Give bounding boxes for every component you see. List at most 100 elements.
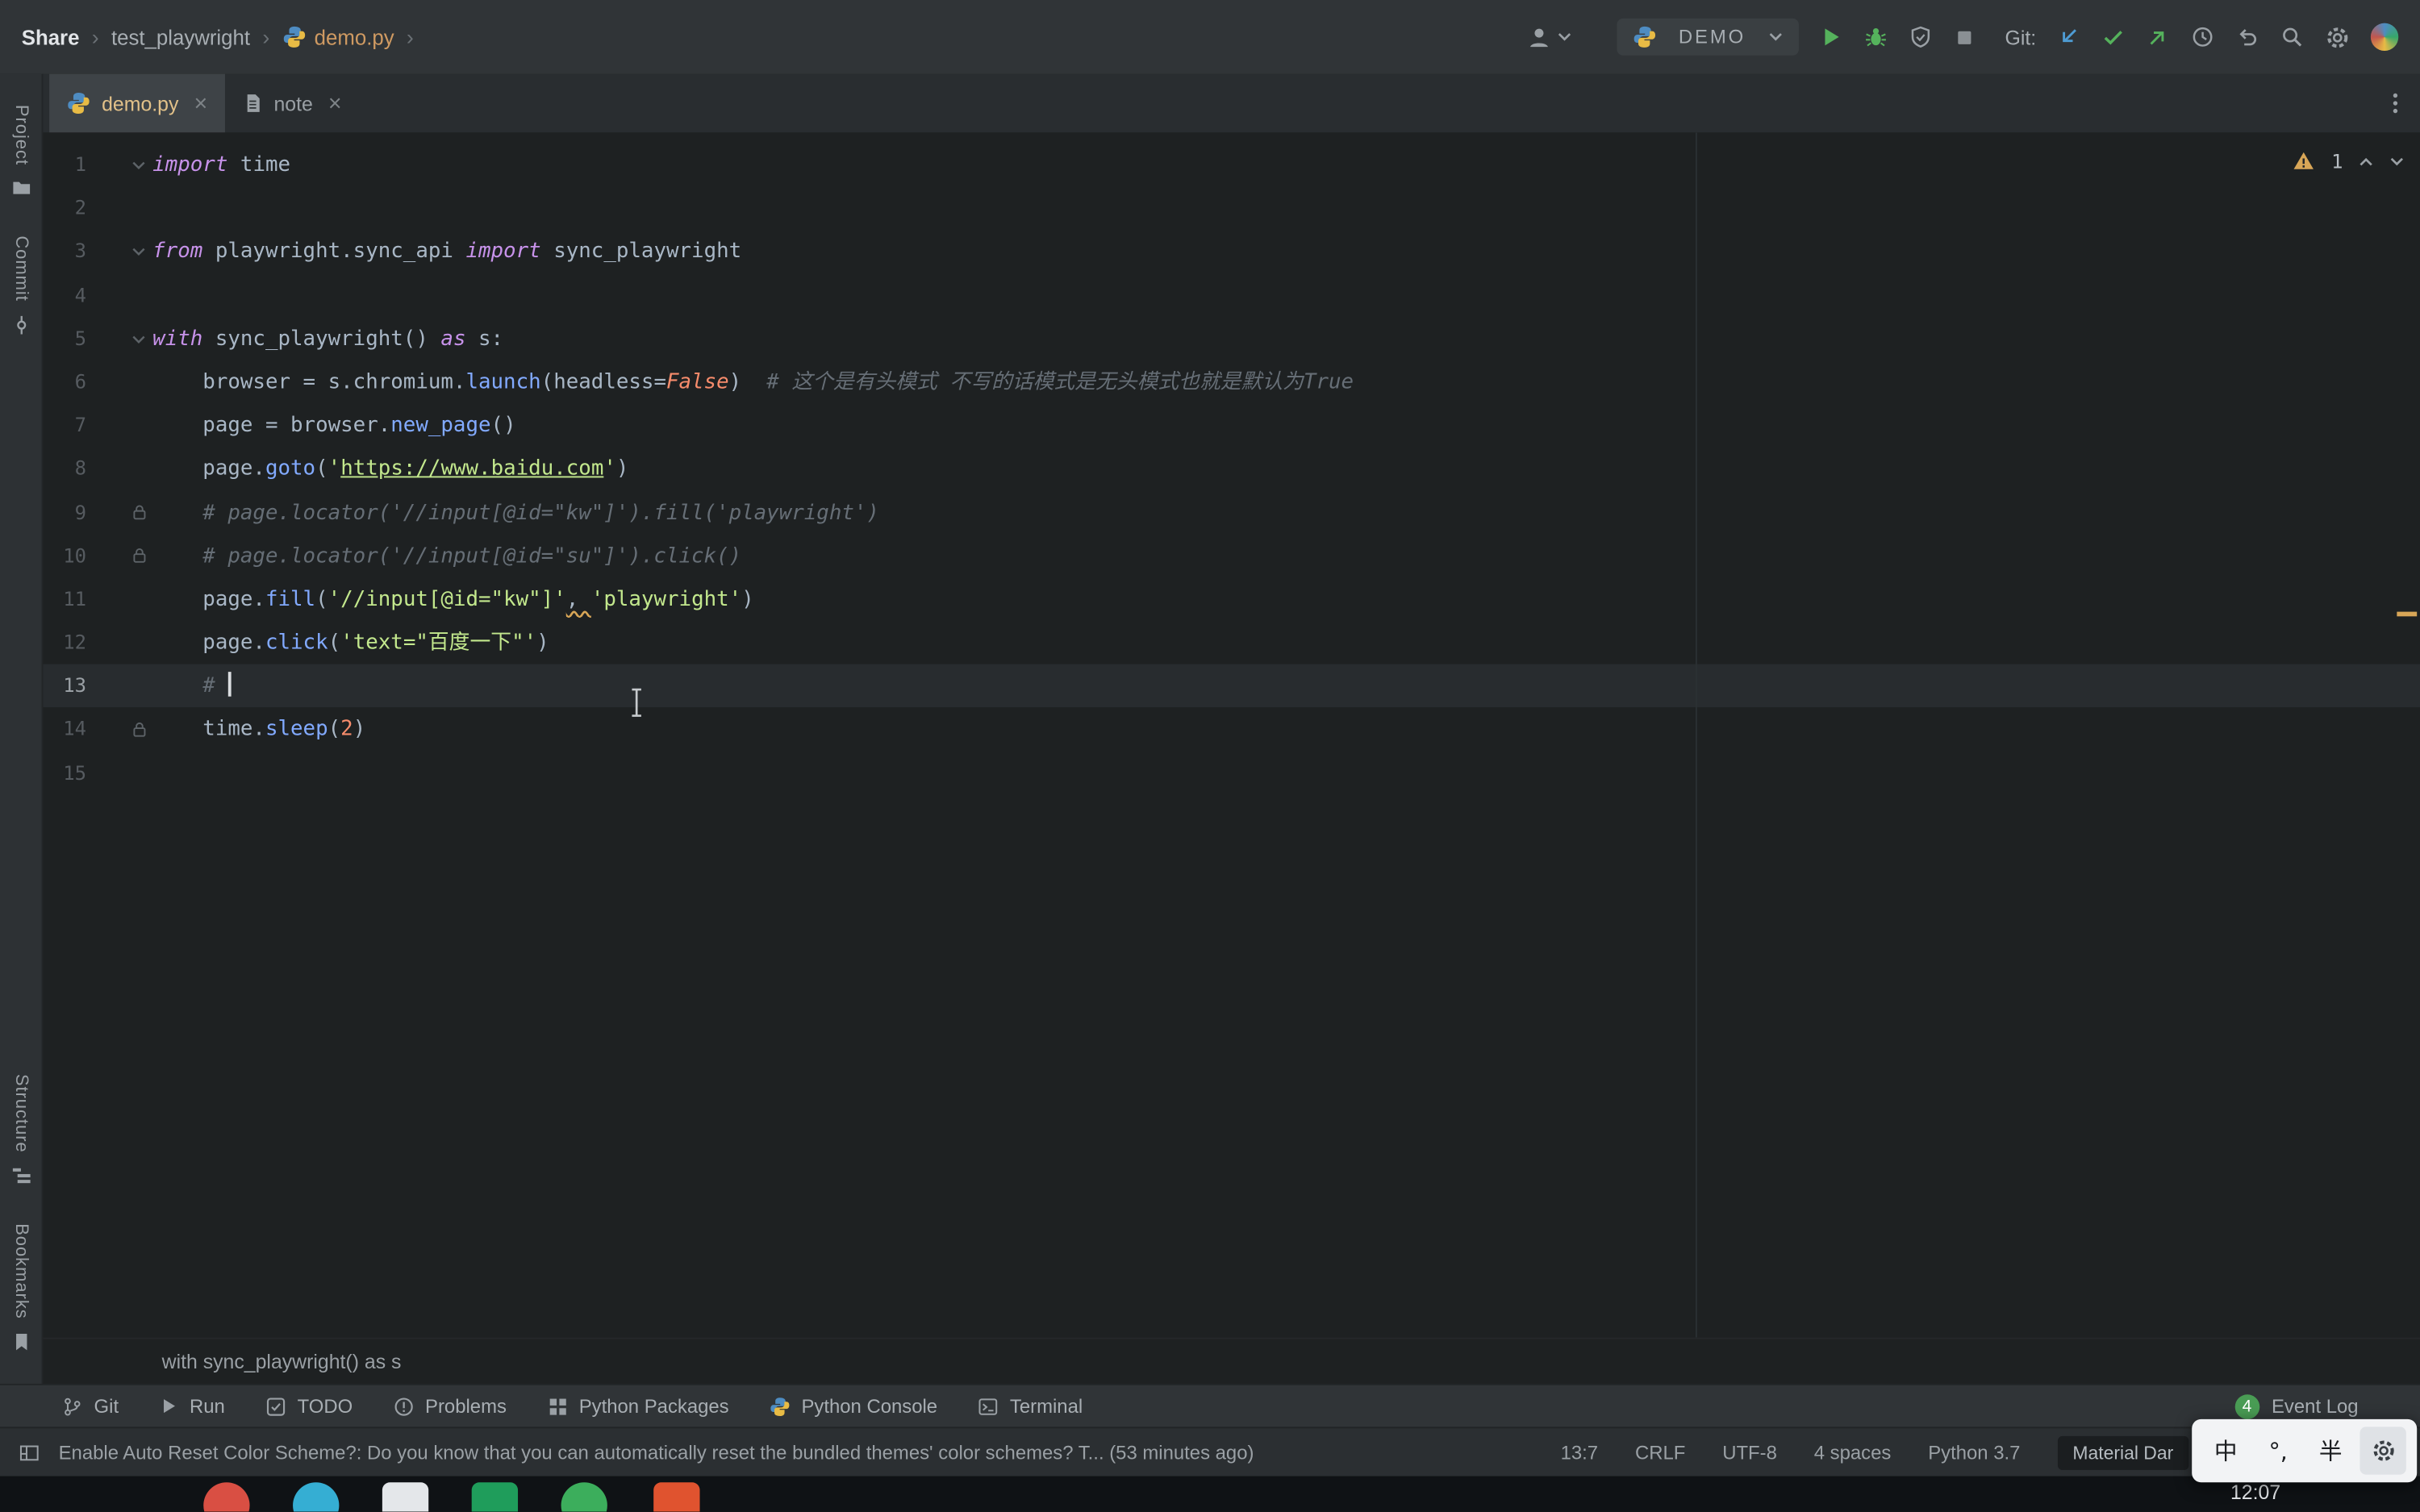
tool-window-button-run[interactable]: Run [159, 1395, 225, 1417]
app-orange-square-icon[interactable] [653, 1482, 700, 1512]
next-problem-icon[interactable] [2389, 153, 2405, 169]
code-line[interactable]: 5 with sync_playwright() as s: [44, 317, 2420, 360]
tool-window-button-problems[interactable]: Problems [393, 1395, 507, 1417]
editor-column: demo.py × note × 1 import time 2 3 from playwri… [43, 73, 2420, 1384]
rollback-button[interactable] [2235, 25, 2260, 50]
code-line[interactable]: 1 import time [44, 144, 2420, 187]
sidebar-item-structure[interactable]: Structure [10, 1073, 31, 1186]
tool-window-button-terminal[interactable]: Terminal [978, 1395, 1083, 1417]
app-light-square-icon[interactable] [382, 1482, 429, 1512]
tool-window-button-label: Problems [425, 1395, 507, 1418]
code-line[interactable]: 11 page.fill('//input[@id="kw"]', 'playw… [44, 577, 2420, 621]
tool-window-button-python-console[interactable]: Python Console [769, 1395, 937, 1417]
tool-window-button-label: Run [190, 1395, 225, 1418]
code-line[interactable]: 12 page.click('text="百度一下"') [44, 621, 2420, 664]
code-line[interactable]: 2 [44, 187, 2420, 231]
file-encoding[interactable]: UTF-8 [1722, 1442, 1777, 1464]
ime-toolbar[interactable]: 中 °, 半 [2192, 1418, 2418, 1483]
sidebar-item-project[interactable]: Project [10, 105, 31, 199]
code-line[interactable]: 3 from playwright.sync_api import sync_pl… [44, 230, 2420, 273]
tool-window-button-todo[interactable]: TODO [265, 1395, 353, 1417]
app-teal-circle-icon[interactable] [293, 1482, 340, 1512]
breadcrumb-chevron-icon: › [406, 24, 414, 50]
tool-window-label: Commit [11, 235, 31, 302]
ime-button-1[interactable]: °, [2255, 1427, 2301, 1474]
tab-note[interactable]: note × [224, 74, 358, 133]
code-line[interactable]: 4 [44, 273, 2420, 317]
breadcrumb-item[interactable]: Share [22, 26, 80, 49]
commit-button[interactable] [2101, 25, 2126, 50]
ime-button-2[interactable]: 半 [2308, 1427, 2354, 1474]
commit-icon [10, 314, 31, 336]
code-line[interactable]: 13 # [43, 664, 2420, 708]
code-line[interactable]: 15 [44, 752, 2420, 795]
taskbar-clock[interactable]: 12:07 [2230, 1481, 2280, 1504]
chevron-down-icon [1556, 29, 1571, 44]
search-everywhere-button[interactable] [2280, 25, 2305, 50]
mouse-cursor [628, 687, 646, 718]
stop-button[interactable] [1953, 26, 1976, 49]
lock-icon [132, 548, 146, 564]
sidebar-item-commit[interactable]: Commit [10, 236, 31, 335]
close-icon[interactable]: × [328, 92, 342, 115]
app-green-circle-icon[interactable] [561, 1482, 607, 1512]
coverage-button[interactable] [1908, 25, 1933, 50]
users-button[interactable] [1525, 24, 1571, 50]
code-line[interactable]: 9 # page.locator('//input[@id="kw"]').fi… [44, 491, 2420, 535]
chevron-down-icon [1767, 29, 1783, 44]
code-line[interactable]: 10 # page.locator('//input[@id="su"]').c… [44, 534, 2420, 577]
tab-options-icon[interactable] [2393, 91, 2399, 116]
gutter-marker [86, 448, 152, 491]
run-config-selector[interactable]: DEMO [1617, 18, 1799, 56]
line-separator[interactable]: CRLF [1635, 1442, 1685, 1464]
close-icon[interactable]: × [194, 92, 208, 115]
tab-label: note [273, 91, 313, 115]
code-editor[interactable]: 1 import time 2 3 from playwright.sync_api i… [43, 132, 2420, 1338]
update-project-button[interactable] [2056, 25, 2081, 50]
ime-button-0[interactable]: 中 [2203, 1427, 2249, 1474]
code-line[interactable]: 7 page = browser.new_page() [44, 404, 2420, 448]
push-button[interactable] [2146, 25, 2171, 50]
python-interpreter[interactable]: Python 3.7 [1928, 1442, 2020, 1464]
debug-button[interactable] [1863, 25, 1888, 50]
tool-window-button-git[interactable]: Git [61, 1395, 119, 1417]
fold-icon [131, 157, 146, 173]
prev-problem-icon[interactable] [2359, 153, 2374, 169]
app-red-circle-icon[interactable] [203, 1482, 250, 1512]
sidebar-item-bookmarks[interactable]: Bookmarks [10, 1223, 31, 1353]
caret-position[interactable]: 13:7 [1561, 1442, 1599, 1464]
line-number: 5 [74, 326, 87, 350]
avatar[interactable] [2370, 23, 2399, 52]
tool-window-switcher-icon[interactable] [19, 1442, 40, 1464]
editor-breadcrumb-bar[interactable]: with sync_playwright() as s [43, 1337, 2420, 1384]
line-number: 1 [74, 152, 87, 176]
event-log-badge: 4 [2234, 1393, 2259, 1418]
code-line[interactable]: 6 browser = s.chromium.launch(headless=F… [44, 360, 2420, 404]
code-line[interactable]: 14 time.sleep(2) [44, 708, 2420, 752]
inspection-widget[interactable]: 1 [2293, 149, 2405, 173]
tab-demo.py[interactable]: demo.py × [49, 73, 225, 133]
status-message[interactable]: Enable Auto Reset Color Scheme?: Do you … [59, 1442, 1254, 1464]
gutter-marker [86, 752, 152, 795]
theme-name[interactable]: Material Dar [2057, 1435, 2189, 1469]
gutter-marker [86, 491, 152, 535]
tool-window-button-python-packages[interactable]: Python Packages [547, 1395, 729, 1417]
tool-window-button-label: Python Packages [578, 1395, 729, 1418]
history-button[interactable] [2190, 25, 2215, 50]
event-log-button[interactable]: 4 Event Log [2234, 1393, 2359, 1418]
error-stripe-mark[interactable] [2397, 611, 2418, 617]
line-number: 3 [74, 239, 87, 263]
text-caret [227, 672, 232, 698]
code-line[interactable]: 8 page.goto('https://www.baidu.com') [44, 448, 2420, 491]
user-icon [1525, 24, 1551, 50]
run-icon [159, 1396, 179, 1416]
app-green-grid-icon[interactable] [471, 1482, 519, 1512]
ime-settings-icon[interactable] [2360, 1427, 2406, 1475]
breadcrumb-item[interactable]: demo.py [282, 25, 394, 50]
settings-button[interactable] [2325, 24, 2351, 50]
indent-style[interactable]: 4 spaces [1814, 1442, 1892, 1464]
breadcrumb-item[interactable]: test_playwright [111, 26, 250, 49]
run-button[interactable] [1818, 25, 1843, 50]
